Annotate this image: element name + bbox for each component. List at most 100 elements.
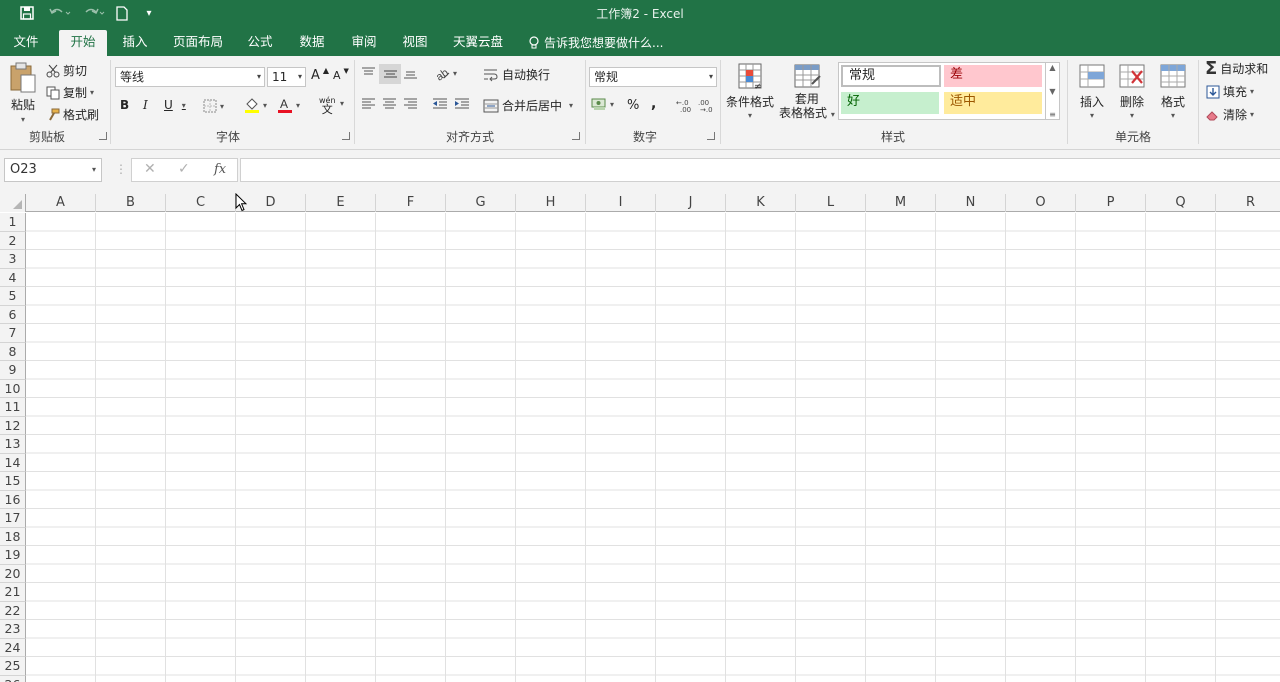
column-header[interactable]: H <box>516 194 586 212</box>
align-right-button[interactable] <box>403 98 418 110</box>
font-name-select[interactable]: 等线 ▾ <box>115 67 265 87</box>
cell-area[interactable] <box>26 213 1280 682</box>
column-header[interactable]: P <box>1076 194 1146 212</box>
alignment-launcher-icon[interactable] <box>572 132 580 140</box>
column-header[interactable]: I <box>586 194 656 212</box>
row-header[interactable]: 4 <box>0 268 26 287</box>
redo-icon[interactable] <box>80 3 108 23</box>
new-file-icon[interactable] <box>113 3 131 23</box>
column-header[interactable]: J <box>656 194 726 212</box>
row-header[interactable]: 23 <box>0 620 26 639</box>
clipboard-launcher-icon[interactable] <box>99 132 107 140</box>
row-header[interactable]: 8 <box>0 342 26 361</box>
tab-tianyi-cloud[interactable]: 天翼云盘 <box>447 30 509 56</box>
align-center-button[interactable] <box>382 98 397 110</box>
format-as-table-button[interactable]: 套用 表格格式 ▾ <box>779 62 835 122</box>
column-header[interactable]: G <box>446 194 516 212</box>
column-header[interactable]: M <box>866 194 936 212</box>
select-all-button[interactable] <box>0 194 26 212</box>
row-header[interactable]: 7 <box>0 324 26 343</box>
tab-formulas[interactable]: 公式 <box>238 30 282 56</box>
row-header[interactable]: 20 <box>0 564 26 583</box>
tab-insert[interactable]: 插入 <box>113 30 157 56</box>
column-header[interactable]: Q <box>1146 194 1216 212</box>
clear-button[interactable]: 清除 ▾ <box>1206 106 1254 123</box>
accounting-format-button[interactable]: ▾ <box>591 97 614 111</box>
column-header[interactable]: B <box>96 194 166 212</box>
row-header[interactable]: 14 <box>0 453 26 472</box>
tell-me-box[interactable]: 告诉我您想要做什么... <box>528 30 663 56</box>
copy-button[interactable]: 复制 ▾ <box>46 84 94 101</box>
style-neutral[interactable]: 适中 <box>944 92 1042 114</box>
tab-view[interactable]: 视图 <box>393 30 437 56</box>
conditional-formatting-button[interactable]: ≠ 条件格式 ▾ <box>726 62 774 120</box>
style-normal[interactable]: 常规 <box>841 65 941 87</box>
phonetic-dropdown[interactable]: ▾ <box>340 99 344 108</box>
underline-button[interactable]: U ▾ <box>164 98 186 112</box>
formula-bar-handle-icon[interactable]: ⋮ <box>115 161 127 177</box>
tab-file[interactable]: 文件 <box>4 30 48 56</box>
bold-button[interactable]: B <box>120 98 129 112</box>
row-header[interactable]: 6 <box>0 305 26 324</box>
font-launcher-icon[interactable] <box>342 132 350 140</box>
save-icon[interactable] <box>16 3 38 23</box>
font-color-button[interactable]: A ▾ <box>277 97 300 114</box>
row-header[interactable]: 12 <box>0 416 26 435</box>
row-header[interactable]: 18 <box>0 527 26 546</box>
column-header[interactable]: F <box>376 194 446 212</box>
format-cells-button[interactable]: 格式 ▾ <box>1159 62 1187 120</box>
row-header[interactable]: 11 <box>0 398 26 417</box>
number-format-select[interactable]: 常规 ▾ <box>589 67 717 87</box>
percent-button[interactable]: % <box>627 98 639 113</box>
borders-button[interactable]: ▾ <box>203 99 224 113</box>
align-top-button[interactable] <box>361 66 376 80</box>
fill-color-button[interactable]: ▾ <box>244 97 267 114</box>
decrease-decimal-button[interactable]: .00 →.0 <box>698 98 716 112</box>
column-header[interactable]: E <box>306 194 376 212</box>
row-header[interactable]: 17 <box>0 509 26 528</box>
row-header[interactable]: 19 <box>0 546 26 565</box>
align-bottom-button[interactable] <box>403 66 418 80</box>
column-header[interactable]: O <box>1006 194 1076 212</box>
column-header[interactable]: A <box>26 194 96 212</box>
column-header[interactable]: N <box>936 194 1006 212</box>
shrink-font-button[interactable]: A ▼ <box>333 67 349 83</box>
style-bad[interactable]: 差 <box>944 65 1042 87</box>
decrease-indent-button[interactable] <box>432 98 448 110</box>
row-header[interactable]: 16 <box>0 490 26 509</box>
orientation-button[interactable]: ab ▾ <box>434 65 457 81</box>
number-launcher-icon[interactable] <box>707 132 715 140</box>
enter-check-icon[interactable]: ✓ <box>178 161 190 177</box>
column-header[interactable]: L <box>796 194 866 212</box>
tab-data[interactable]: 数据 <box>290 30 334 56</box>
name-box[interactable]: O23 ▾ <box>4 158 102 182</box>
row-header[interactable]: 1 <box>0 213 26 232</box>
grow-font-button[interactable]: A ▲ <box>311 66 329 83</box>
row-header[interactable]: 5 <box>0 287 26 306</box>
phonetic-button[interactable]: wén 文 <box>319 96 336 115</box>
cut-button[interactable]: 剪切 <box>46 62 87 79</box>
align-middle-button[interactable] <box>379 64 401 84</box>
italic-button[interactable]: I <box>143 98 148 112</box>
gallery-expand-icon[interactable]: ≡ <box>1049 110 1056 119</box>
row-header[interactable]: 21 <box>0 583 26 602</box>
wrap-text-button[interactable]: 自动换行 <box>483 66 550 83</box>
comma-button[interactable]: , <box>651 96 656 112</box>
row-header[interactable]: 25 <box>0 657 26 676</box>
tab-page-layout[interactable]: 页面布局 <box>166 30 230 56</box>
merge-center-button[interactable]: 合并后居中 ▾ <box>483 97 573 114</box>
insert-function-icon[interactable]: fx <box>214 162 226 177</box>
undo-icon[interactable] <box>46 3 74 23</box>
paste-button[interactable]: 粘贴 ▾ <box>8 62 38 124</box>
row-header[interactable]: 9 <box>0 361 26 380</box>
row-header[interactable]: 3 <box>0 250 26 269</box>
formula-input[interactable] <box>240 158 1280 182</box>
align-left-button[interactable] <box>361 98 376 110</box>
scroll-up-icon[interactable]: ▲ <box>1049 63 1055 72</box>
delete-cells-button[interactable]: 删除 ▾ <box>1118 62 1146 120</box>
customize-quick-access-icon[interactable]: ▾ <box>140 3 158 23</box>
autosum-button[interactable]: Σ 自动求和 <box>1205 59 1268 77</box>
insert-cells-button[interactable]: 插入 ▾ <box>1078 62 1106 120</box>
font-size-select[interactable]: 11 ▾ <box>267 67 306 87</box>
row-header[interactable]: 15 <box>0 472 26 491</box>
